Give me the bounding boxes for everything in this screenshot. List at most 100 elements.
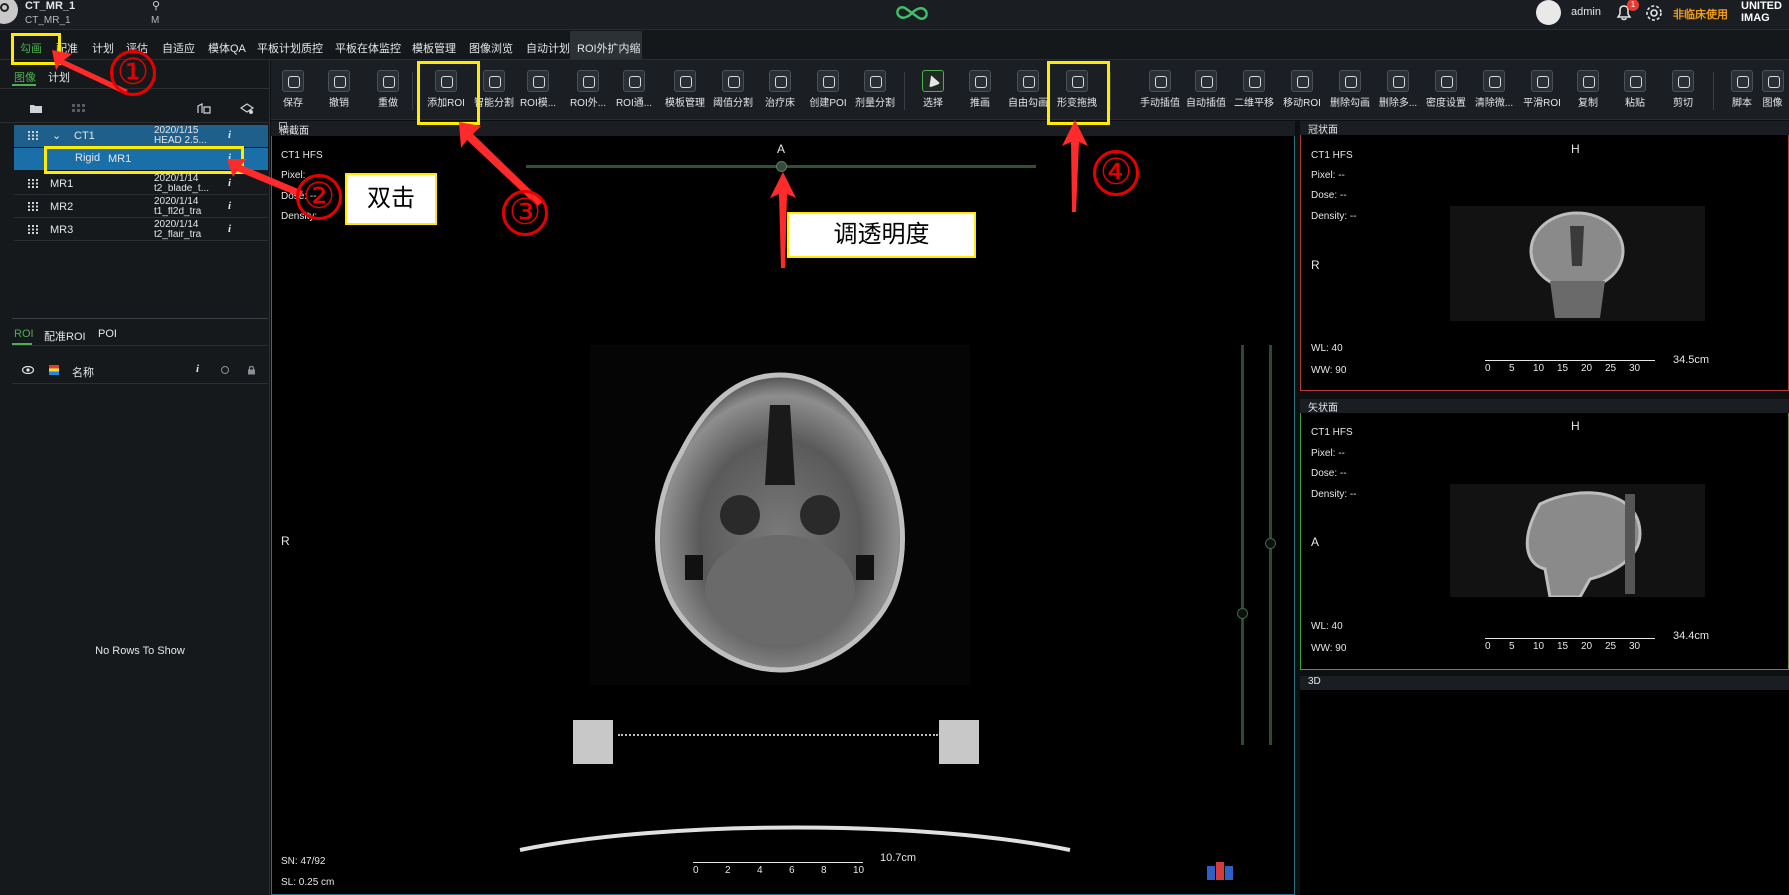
move-roi-button[interactable]: 移动ROI xyxy=(1280,70,1324,109)
drag-handle-icon[interactable] xyxy=(28,131,38,140)
pixel-readout: Pixel: -- xyxy=(1311,170,1345,181)
image-button[interactable]: 图像 xyxy=(1756,70,1789,109)
menu-roi-margin[interactable]: ROI外扩内缩 xyxy=(577,40,641,56)
color-palette-icon[interactable] xyxy=(49,365,59,375)
tab-poi[interactable]: POI xyxy=(98,328,117,340)
sagittal-viewport-titlebar: 矢状面 xyxy=(1300,399,1789,414)
slice-number: SN: 47/92 xyxy=(281,856,326,867)
drag-handle-icon[interactable] xyxy=(28,202,38,211)
patient-search-icon[interactable]: ⚲ xyxy=(152,0,160,12)
level-slider-handle[interactable] xyxy=(1265,538,1276,549)
3d-viewport[interactable] xyxy=(1300,690,1789,895)
scale-length: 10.7cm xyxy=(880,852,917,864)
smooth-roi-button[interactable]: 平滑ROI xyxy=(1520,70,1564,109)
scale-tick: 6 xyxy=(789,865,795,876)
user-name[interactable]: admin xyxy=(1571,6,1601,18)
smart-segment-icon xyxy=(483,70,505,92)
menu-epid-invivo[interactable]: 平板在体监控 xyxy=(335,40,401,56)
folder-icon[interactable] xyxy=(29,103,43,114)
target-icon[interactable] xyxy=(221,366,229,374)
scale-length: 34.4cm xyxy=(1673,630,1710,642)
info-icon[interactable]: i xyxy=(228,200,231,212)
couch-button[interactable]: 治疗床 xyxy=(758,70,802,109)
window-slider-track[interactable] xyxy=(1241,345,1244,745)
scale-tick: 0 xyxy=(1485,363,1491,374)
roi-template-button[interactable]: ROI模... xyxy=(516,70,560,109)
eye-icon[interactable] xyxy=(22,366,34,374)
select-tool-button[interactable]: 选择 xyxy=(911,70,955,109)
scale-tick: 15 xyxy=(1557,363,1569,374)
gear-icon[interactable] xyxy=(1643,2,1665,24)
freehand-contour-button[interactable]: 自由勾画 xyxy=(1006,70,1050,109)
move-icon xyxy=(1243,70,1265,92)
manual-interp-button[interactable]: 手动插值 xyxy=(1138,70,1182,109)
scale-tick: 10 xyxy=(1533,641,1545,652)
axial-mr-image[interactable] xyxy=(590,345,970,685)
menu-auto-plan[interactable]: 自动计划 xyxy=(526,40,570,56)
annotation-number-4: ④ xyxy=(1093,150,1139,196)
window-slider-handle[interactable] xyxy=(1237,608,1248,619)
series-row-mr3[interactable]: MR3 2020/1/14 t2_flair_tra i xyxy=(14,219,268,241)
brand-line2: IMAG xyxy=(1741,12,1770,24)
paste-button[interactable]: 粘贴 xyxy=(1613,70,1657,109)
chevron-down-icon[interactable]: ⌄ xyxy=(52,129,61,142)
orientation-top: A xyxy=(777,142,786,156)
tab-roi[interactable]: ROI xyxy=(14,328,34,340)
delete-multi-button[interactable]: 删除多... xyxy=(1376,70,1420,109)
drag-handle-icon[interactable] xyxy=(28,179,38,188)
auto-interp-button[interactable]: 自动插值 xyxy=(1184,70,1228,109)
smooth-roi-icon xyxy=(1531,70,1553,92)
tab-image[interactable]: 图像 xyxy=(14,69,36,85)
save-button[interactable]: 保存 xyxy=(271,70,315,109)
drag-handle-icon[interactable] xyxy=(28,225,38,234)
maximize-icon[interactable] xyxy=(279,122,287,130)
info-icon[interactable]: i xyxy=(196,363,199,375)
sagittal-mr-image[interactable] xyxy=(1450,484,1705,597)
info-icon[interactable]: i xyxy=(228,223,231,235)
roi-boolean-icon xyxy=(623,70,645,92)
delete-contour-button[interactable]: 删除勾画 xyxy=(1328,70,1372,109)
coronal-mr-image[interactable] xyxy=(1450,206,1705,321)
couch-rail xyxy=(618,734,938,740)
orientation-cube-icon[interactable] xyxy=(1203,860,1235,880)
dose-readout: Dose: -- xyxy=(1311,190,1347,201)
pan-2d-button[interactable]: 二维平移 xyxy=(1232,70,1276,109)
dose-segment-icon xyxy=(864,70,886,92)
template-manage-button[interactable]: 模板管理 xyxy=(663,70,707,109)
menu-template[interactable]: 模板管理 xyxy=(412,40,456,56)
menu-image-browse[interactable]: 图像浏览 xyxy=(469,40,513,56)
density-setting-button[interactable]: 密度设置 xyxy=(1424,70,1468,109)
grid-icon[interactable] xyxy=(71,103,85,114)
menu-adaptive[interactable]: 自适应 xyxy=(162,40,195,56)
menu-phantom-qa[interactable]: 模体QA xyxy=(208,40,246,56)
column-name[interactable]: 名称 xyxy=(72,364,94,380)
roi-boolean-button[interactable]: ROI通... xyxy=(612,70,656,109)
create-poi-button[interactable]: 创建POI xyxy=(806,70,850,109)
scale-tick: 0 xyxy=(1485,641,1491,652)
series-row-ct1[interactable]: ⌄ CT1 2020/1/15 HEAD 2.5... i xyxy=(14,125,268,147)
tab-registration-roi[interactable]: 配准ROI xyxy=(44,328,86,344)
series-add-icon[interactable] xyxy=(240,103,254,114)
threshold-segment-button[interactable]: 阈值分割 xyxy=(711,70,755,109)
copy-button[interactable]: 复制 xyxy=(1566,70,1610,109)
undo-button[interactable]: 撤销 xyxy=(317,70,361,109)
lock-icon[interactable] xyxy=(247,365,256,375)
series-date: 2020/1/15 xyxy=(154,126,199,136)
toolbar-divider xyxy=(904,72,905,110)
menu-epid-plan-qa[interactable]: 平板计划质控 xyxy=(257,40,323,56)
roi-expand-button[interactable]: ROI外... xyxy=(566,70,610,109)
cut-button[interactable]: 剪切 xyxy=(1661,70,1705,109)
scale-tick: 5 xyxy=(1509,641,1515,652)
user-avatar[interactable] xyxy=(1536,0,1561,25)
app-logo-icon xyxy=(896,6,928,20)
dose-segment-button[interactable]: 剂量分割 xyxy=(853,70,897,109)
push-draw-button[interactable]: 推画 xyxy=(958,70,1002,109)
annotation-arrow-4 xyxy=(1062,120,1088,212)
couch-right-block xyxy=(939,720,979,764)
move-roi-icon xyxy=(1291,70,1313,92)
cursor-icon xyxy=(922,70,944,92)
redo-button[interactable]: 重做 xyxy=(366,70,410,109)
series-manage-icon[interactable] xyxy=(197,103,211,114)
clear-small-button[interactable]: 清除微... xyxy=(1472,70,1516,109)
info-icon[interactable]: i xyxy=(228,129,231,141)
